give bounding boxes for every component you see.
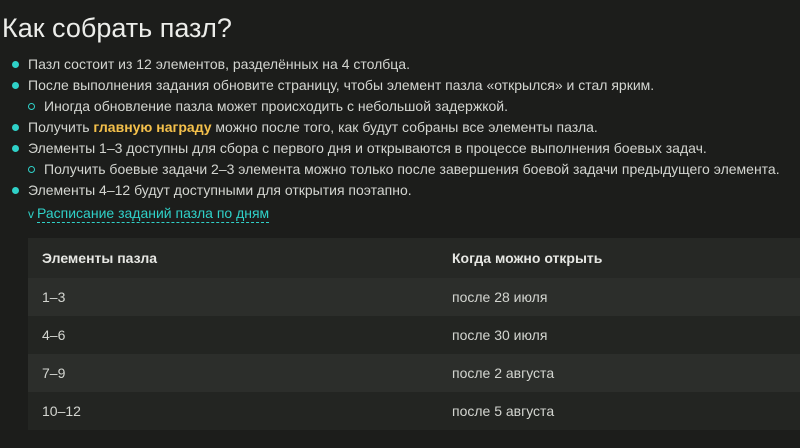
page-title: Как собрать пазл? xyxy=(2,13,232,43)
schedule-toggle-link[interactable]: v Расписание заданий пазла по дням xyxy=(28,204,270,224)
table-cell-elements: 1–3 xyxy=(28,278,438,316)
list-item-text: Элементы 1–3 доступны для сбора с первог… xyxy=(28,140,707,156)
bullet-dot-icon xyxy=(12,145,19,152)
table-cell-open-time: после 2 августа xyxy=(438,354,800,392)
bullet-dot-icon xyxy=(12,187,19,194)
list-item: Получить главную награду можно после тог… xyxy=(0,117,800,138)
column-header-elements: Элементы пазла xyxy=(28,238,438,278)
table-cell-open-time: после 28 июля xyxy=(438,278,800,316)
table-row: 1–3 после 28 июля xyxy=(28,278,800,316)
sub-list-item: Получить боевые задачи 2–3 элемента можн… xyxy=(0,159,800,180)
table-cell-elements: 4–6 xyxy=(28,316,438,354)
list-item-text-before: Получить xyxy=(28,119,94,135)
list-item-text: После выполнения задания обновите страни… xyxy=(28,77,655,93)
bullet-circle-icon xyxy=(28,103,35,110)
list-item: Пазл состоит из 12 элементов, разделённы… xyxy=(0,54,800,75)
list-item-text-after: можно после того, как будут собраны все … xyxy=(211,119,598,135)
table-cell-elements: 10–12 xyxy=(28,392,438,430)
chevron-down-icon: v xyxy=(28,207,34,221)
table-cell-elements: 7–9 xyxy=(28,354,438,392)
list-item-text: Элементы 4–12 будут доступными для откры… xyxy=(28,182,412,198)
main-reward-highlight: главную награду xyxy=(93,119,212,135)
table-row: 10–12 после 5 августа xyxy=(28,392,800,430)
schedule-toggle-label: Расписание заданий пазла по дням xyxy=(37,205,270,223)
table-row: 7–9 после 2 августа xyxy=(28,354,800,392)
table-header-row: Элементы пазла Когда можно открыть xyxy=(28,238,800,278)
list-item: Элементы 1–3 доступны для сбора с первог… xyxy=(0,138,800,159)
puzzle-info-page: Как собрать пазл? Пазл состоит из 12 эле… xyxy=(0,0,800,448)
list-item: После выполнения задания обновите страни… xyxy=(0,75,800,96)
schedule-table: Элементы пазла Когда можно открыть 1–3 п… xyxy=(28,238,800,430)
rules-list: Пазл состоит из 12 элементов, разделённы… xyxy=(0,54,800,201)
list-item-text: Иногда обновление пазла может происходит… xyxy=(44,98,508,114)
table-cell-open-time: после 30 июля xyxy=(438,316,800,354)
bullet-dot-icon xyxy=(12,61,19,68)
bullet-circle-icon xyxy=(28,166,35,173)
bullet-dot-icon xyxy=(12,124,19,131)
table-row: 4–6 после 30 июля xyxy=(28,316,800,354)
bullet-dot-icon xyxy=(12,82,19,89)
column-header-open-time: Когда можно открыть xyxy=(438,238,800,278)
list-item-text: Получить боевые задачи 2–3 элемента можн… xyxy=(44,161,780,177)
list-item-text: Пазл состоит из 12 элементов, разделённы… xyxy=(28,56,410,72)
sub-list-item: Иногда обновление пазла может происходит… xyxy=(0,96,800,117)
table-cell-open-time: после 5 августа xyxy=(438,392,800,430)
list-item: Элементы 4–12 будут доступными для откры… xyxy=(0,180,800,201)
